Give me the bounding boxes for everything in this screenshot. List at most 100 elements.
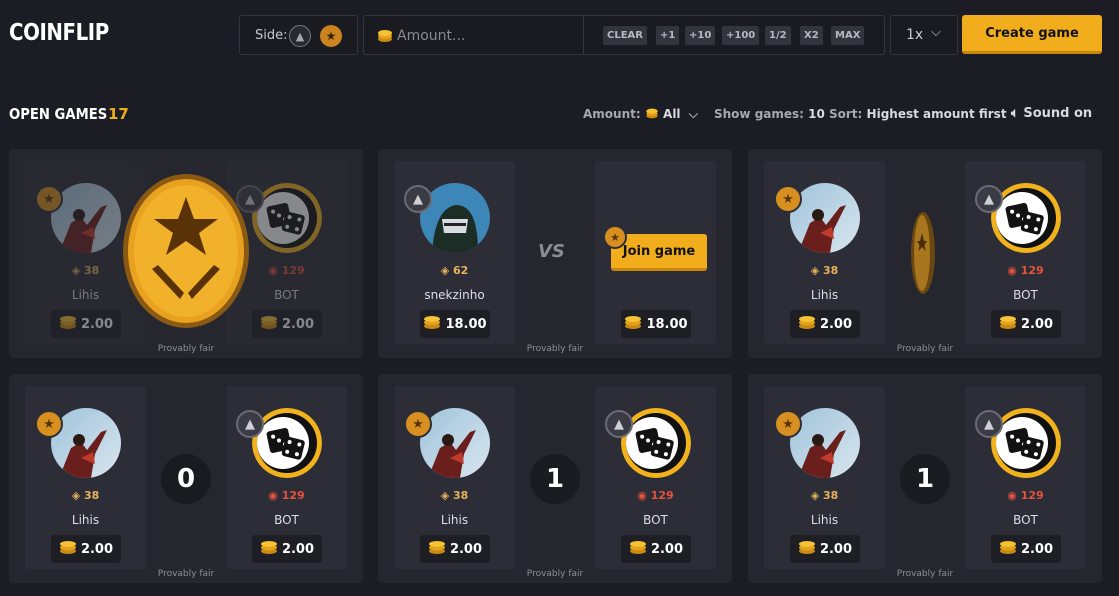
side-label: Side: — [255, 28, 288, 43]
player-panel-left: ★ ◈ 38 Lihis 2.00 — [25, 386, 146, 569]
ct-side-icon[interactable]: ▲ — [289, 25, 311, 47]
level-badge: ◈ 38 — [394, 489, 515, 502]
clear-chip[interactable]: CLEAR — [603, 26, 647, 45]
bet-value: 2.00 — [1020, 316, 1054, 332]
rank-icon: ◉ — [1007, 264, 1017, 277]
sort-value: Highest amount first — [866, 107, 1007, 121]
side-selector: Side: ▲ ★ — [239, 15, 358, 55]
player-panel-left: ▲ ◈ 62 snekzinho 18.00 — [394, 161, 515, 344]
open-games-count: 17 — [108, 105, 129, 123]
level-value: 38 — [84, 264, 100, 277]
coins-icon — [423, 314, 441, 334]
level-value: 129 — [1020, 264, 1044, 277]
coins-icon — [59, 314, 77, 334]
amount-input[interactable] — [397, 24, 577, 48]
rank-icon: ◉ — [268, 264, 278, 277]
level-value: 129 — [281, 489, 305, 502]
bet-amount: 2.00 — [991, 535, 1061, 563]
bet-amount: 18.00 — [621, 310, 691, 338]
coins-icon — [999, 314, 1017, 334]
game-card[interactable]: ★ ◈ 38 Lihis 2.00 ▲ ◉ 129 BOT 2.00 1 Pro… — [748, 374, 1102, 583]
coin-spin-animation — [911, 212, 935, 294]
player-panel-right: ▲ ◉ 129 BOT 2.00 — [595, 386, 716, 569]
player-name: BOT — [274, 513, 299, 527]
show-games-filter[interactable]: Show games: 10 — [714, 107, 825, 121]
provably-fair-link[interactable]: Provably fair — [378, 344, 732, 354]
coins-icon — [428, 539, 446, 559]
bet-amount: 2.00 — [420, 535, 490, 563]
coins-icon — [624, 314, 642, 334]
sort-filter[interactable]: Sort: Highest amount first — [829, 107, 1007, 121]
double-chip[interactable]: X2 — [800, 26, 823, 45]
bet-amount: 18.00 — [420, 310, 490, 338]
amount-filter[interactable]: Amount: All ⌵ — [583, 107, 698, 122]
sound-label: Sound on — [1023, 106, 1093, 121]
t-side-icon: ★ — [603, 225, 627, 249]
player-panel-right: ▲ ◉ 129 BOT 2.00 — [226, 386, 347, 569]
max-chip[interactable]: MAX — [831, 26, 865, 45]
half-chip[interactable]: 1/2 — [765, 26, 791, 45]
ct-side-icon: ▲ — [975, 410, 1003, 438]
level-badge: ◈ 38 — [764, 264, 885, 277]
bet-value: 2.00 — [449, 541, 483, 557]
provably-fair-link[interactable]: Provably fair — [378, 569, 732, 579]
game-card[interactable]: ★ ◈ 38 Lihis 2.00 ▲ ◉ 129 BOT 2.00 0 Pro… — [9, 374, 363, 583]
game-card[interactable]: ▲ ◈ 62 snekzinho 18.00 Join game ★ 18.00… — [378, 149, 732, 358]
amount-box: CLEAR +1 +10 +100 1/2 X2 MAX — [363, 15, 885, 55]
level-badge: ◉ 129 — [595, 489, 716, 502]
player-panel-left: ★ ◈ 38 Lihis 2.00 — [394, 386, 515, 569]
player-name: BOT — [1013, 513, 1038, 527]
level-value: 38 — [453, 489, 469, 502]
countdown-timer: 0 — [161, 454, 211, 504]
bet-amount: 2.00 — [252, 535, 322, 563]
create-game-button[interactable]: Create game — [962, 15, 1102, 54]
game-card[interactable]: ★ ◈ 38 Lihis 2.00 ▲ ◉ 129 BOT 2.00 Prova… — [9, 149, 363, 358]
sound-toggle[interactable]: 🔈︎ Sound on — [1011, 106, 1092, 121]
provably-fair-link[interactable]: Provably fair — [748, 569, 1102, 579]
rank-icon: ◈ — [71, 264, 81, 277]
coins-icon — [798, 539, 816, 559]
rank-icon: ◈ — [810, 264, 820, 277]
multiplier-select[interactable]: 1x ⌵ — [890, 15, 958, 55]
coins-icon — [378, 30, 392, 42]
page-title: COINFLIP — [9, 20, 109, 46]
bet-value: 2.00 — [80, 541, 114, 557]
level-value: 38 — [823, 489, 839, 502]
player-panel-left: ★ ◈ 38 Lihis 2.00 — [764, 161, 885, 344]
bet-amount: 2.00 — [621, 535, 691, 563]
ct-side-icon: ▲ — [404, 185, 432, 213]
plus-10-chip[interactable]: +10 — [685, 26, 716, 45]
provably-fair-link[interactable]: Provably fair — [9, 569, 363, 579]
bet-value: 2.00 — [281, 541, 315, 557]
ct-side-icon: ▲ — [605, 410, 633, 438]
provably-fair-link[interactable]: Provably fair — [9, 344, 363, 354]
coins-icon — [798, 314, 816, 334]
t-side-icon: ★ — [774, 410, 802, 438]
show-games-value: 10 — [808, 107, 825, 121]
rank-icon: ◈ — [440, 489, 450, 502]
level-value: 38 — [823, 264, 839, 277]
game-card[interactable]: ★ ◈ 38 Lihis 2.00 ▲ ◉ 129 BOT 2.00 1 Pro… — [378, 374, 732, 583]
level-badge: ◈ 38 — [25, 489, 146, 502]
provably-fair-link[interactable]: Provably fair — [748, 344, 1102, 354]
game-card[interactable]: ★ ◈ 38 Lihis 2.00 ▲ ◉ 129 BOT 2.00 Prova… — [748, 149, 1102, 358]
t-side-icon[interactable]: ★ — [320, 25, 342, 47]
chevron-down-icon: ⌵ — [931, 25, 941, 40]
rank-icon: ◉ — [268, 489, 278, 502]
level-value: 129 — [281, 264, 305, 277]
level-badge: ◉ 129 — [965, 264, 1086, 277]
bet-amount: 2.00 — [790, 310, 860, 338]
player-name: Lihis — [71, 513, 100, 527]
player-name: Lihis — [810, 288, 839, 302]
level-value: 62 — [453, 264, 469, 277]
show-games-label: Show games: — [714, 107, 804, 121]
coins-icon — [260, 314, 278, 334]
bet-amount: 2.00 — [51, 310, 121, 338]
countdown-timer: 1 — [900, 454, 950, 504]
t-side-icon: ★ — [35, 410, 63, 438]
plus-100-chip[interactable]: +100 — [722, 26, 760, 45]
ct-side-icon: ▲ — [975, 185, 1003, 213]
level-value: 129 — [650, 489, 674, 502]
t-side-icon: ★ — [774, 185, 802, 213]
plus-1-chip[interactable]: +1 — [656, 26, 680, 45]
